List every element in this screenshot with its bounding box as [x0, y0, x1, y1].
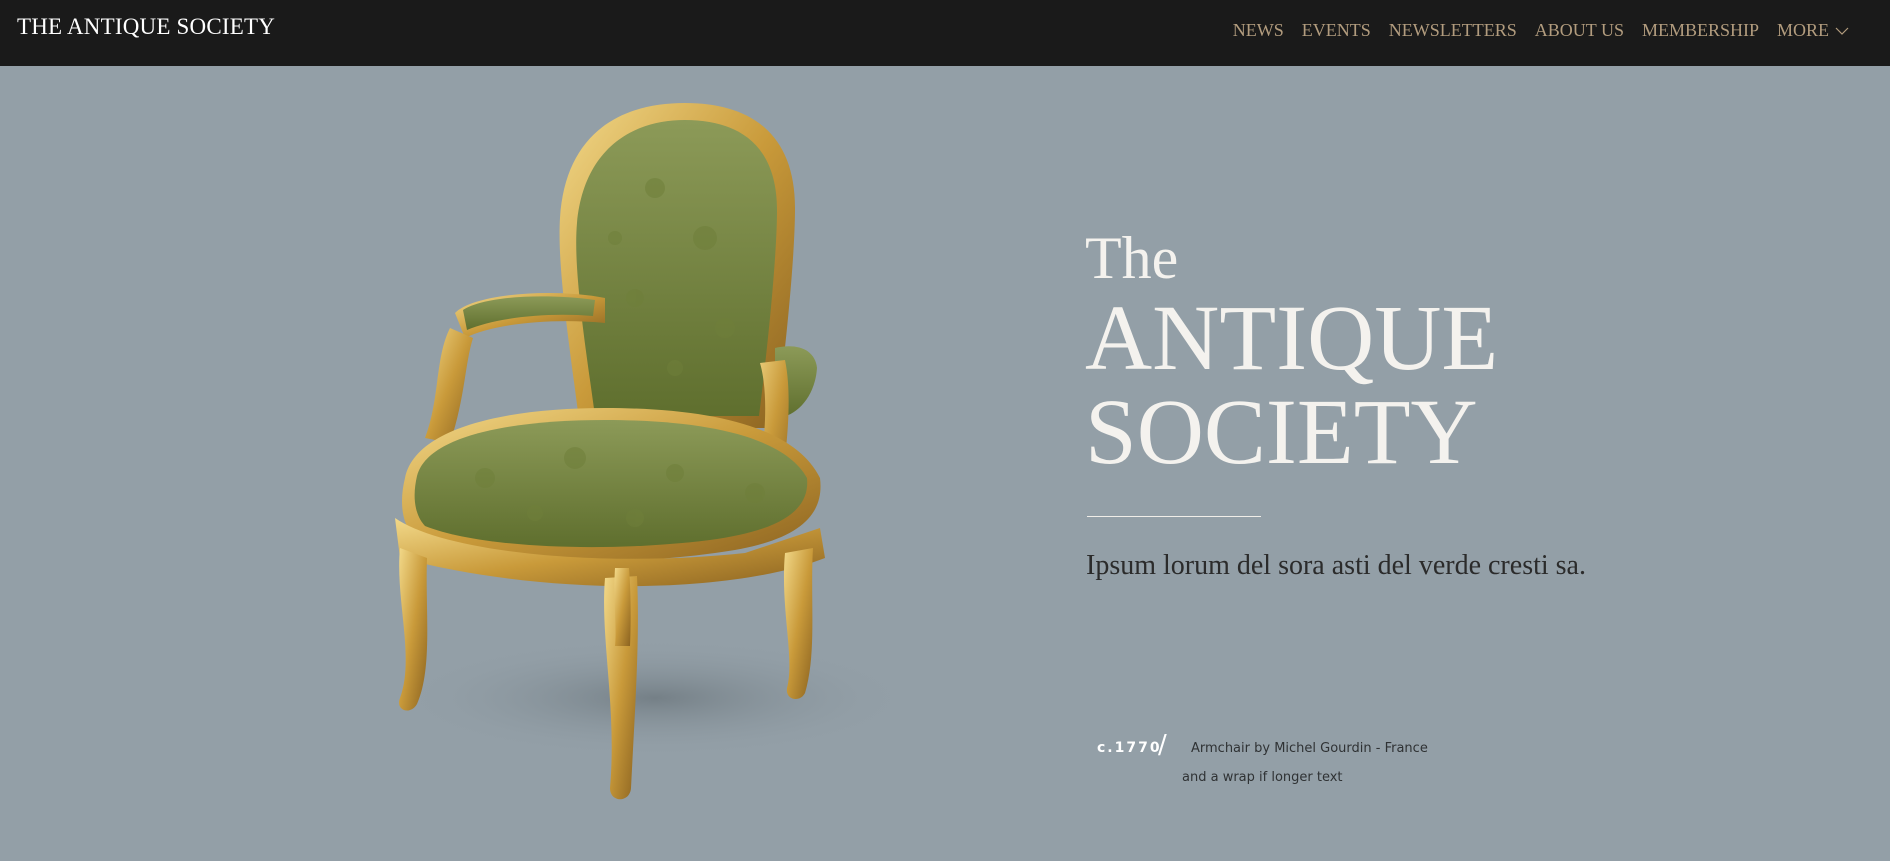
- caption-text-line2: and a wrap if longer text: [1182, 770, 1343, 785]
- hero-title-line1: ANTIQUE: [1085, 287, 1499, 390]
- hero-divider: [1087, 516, 1261, 517]
- caption-date: c.1770: [1097, 740, 1162, 756]
- hero-title-line2: SOCIETY: [1085, 381, 1478, 484]
- nav-about-us[interactable]: ABOUT US: [1535, 20, 1624, 41]
- top-navigation-bar: THE ANTIQUE SOCIETY NEWS EVENTS NEWSLETT…: [0, 0, 1890, 66]
- hero-subtitle: Ipsum lorum del sora asti del verde cres…: [1086, 550, 1586, 581]
- nav-more-menu[interactable]: MORE: [1776, 20, 1849, 41]
- hero-title: ANTIQUE SOCIETY: [1085, 292, 1498, 480]
- nav-more-label: MORE: [1776, 20, 1829, 40]
- nav-newsletters[interactable]: NEWSLETTERS: [1389, 20, 1517, 41]
- chevron-down-icon: [1835, 23, 1849, 35]
- nav-events[interactable]: EVENTS: [1302, 20, 1371, 41]
- caption-separator: /: [1158, 730, 1167, 760]
- site-logo[interactable]: THE ANTIQUE SOCIETY: [17, 14, 275, 40]
- nav-membership[interactable]: MEMBERSHIP: [1642, 20, 1759, 41]
- main-nav: NEWS EVENTS NEWSLETTERS ABOUT US MEMBERS…: [1233, 20, 1849, 41]
- armchair-image: [355, 98, 955, 818]
- caption-text-line1: Armchair by Michel Gourdin - France: [1191, 741, 1428, 756]
- hero-kicker: The: [1085, 225, 1179, 291]
- nav-news[interactable]: NEWS: [1233, 20, 1284, 41]
